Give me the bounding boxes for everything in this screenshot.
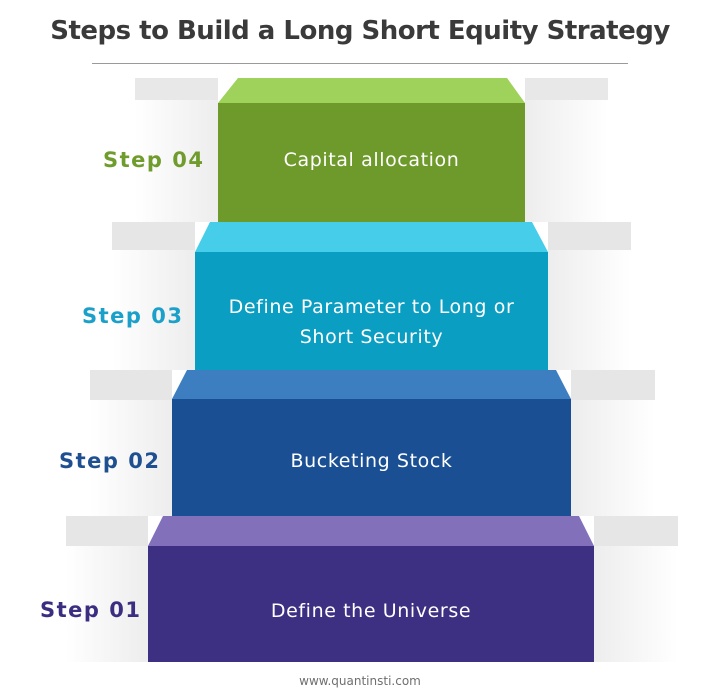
step-02-top <box>172 370 571 399</box>
step-03-label: Step 03 <box>82 304 184 328</box>
step-04-top <box>218 78 525 103</box>
step-02-label: Step 02 <box>59 449 161 473</box>
step-01-text: Define the Universe <box>270 600 472 622</box>
step-04-label: Step 04 <box>103 148 205 172</box>
step-03-top <box>195 222 548 252</box>
step-01-label: Step 01 <box>40 598 142 622</box>
step-03-text: Define Parameter to Long or Short Securi… <box>228 296 515 348</box>
step-02-text: Bucketing Stock <box>290 450 453 472</box>
step-01-top <box>148 516 594 546</box>
step-04-text: Capital allocation <box>283 149 460 171</box>
footer-url: www.quantinsti.com <box>299 674 421 688</box>
